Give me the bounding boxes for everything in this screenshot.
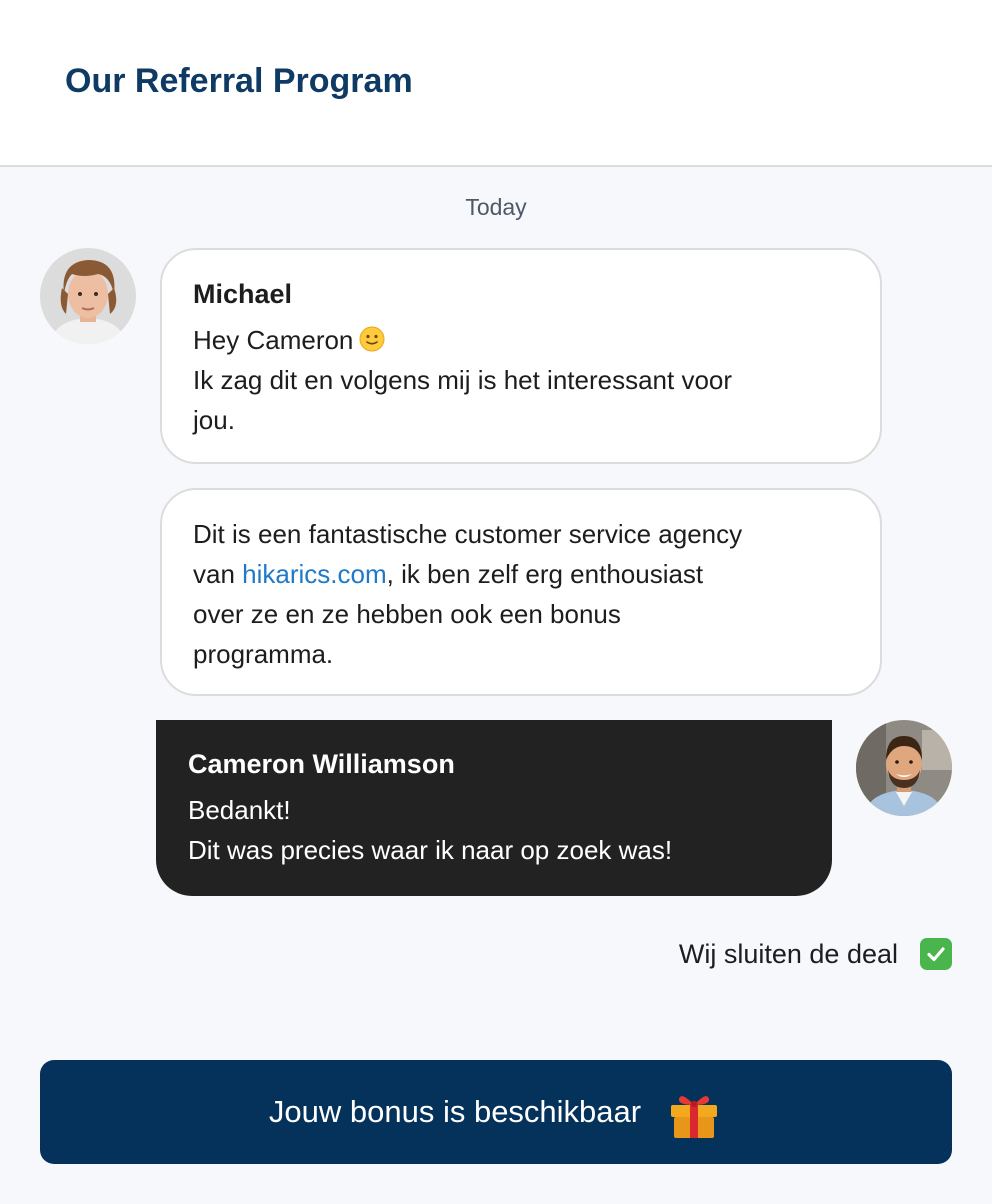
avatar-cameron — [856, 720, 952, 816]
bonus-available-button[interactable]: Jouw bonus is beschikbaar — [40, 1060, 952, 1164]
message-text: , ik ben zelf erg enthousiast — [386, 559, 704, 589]
message-line: over ze en ze hebben ook een bonus — [193, 599, 621, 629]
message-line: Dit was precies waar ik naar op zoek was… — [188, 835, 673, 865]
message-line: Bedankt! — [188, 795, 291, 825]
message-line: jou. — [193, 405, 235, 435]
message-line: programma. — [193, 639, 334, 669]
message-line: Hey Cameron — [193, 320, 850, 360]
message-text: Hey Cameron — [193, 325, 354, 355]
deal-status: Wij sluiten de deal — [679, 938, 952, 970]
message-sender: Michael — [193, 279, 293, 309]
smiley-icon — [359, 326, 385, 352]
page-header: Our Referral Program — [0, 0, 992, 167]
message-line: Ik zag dit en volgens mij is het interes… — [193, 365, 733, 395]
avatar-cameron-image — [856, 720, 952, 816]
page-title: Our Referral Program — [65, 62, 413, 100]
message-line: van hikarics.com, ik ben zelf erg enthou… — [193, 554, 850, 594]
bonus-button-label: Jouw bonus is beschikbaar — [268, 1094, 642, 1129]
avatar-michael — [40, 248, 136, 344]
check-mark-icon — [920, 938, 952, 970]
message-text: van — [193, 559, 243, 589]
deal-status-text: Wij sluiten de deal — [678, 938, 898, 969]
date-separator: Today — [465, 194, 527, 220]
gift-icon — [671, 1096, 718, 1138]
message-line: Dit is een fantastische customer service… — [193, 519, 743, 549]
message-bubble-michael: Michael Hey Cameron Ik zag dit en volgen… — [160, 248, 882, 464]
message-bubble-cameron: Cameron Williamson Bedankt! Dit was prec… — [156, 720, 832, 896]
message-bubble-michael-2: Dit is een fantastische customer service… — [160, 488, 882, 696]
message-sender: Cameron Williamson — [188, 749, 455, 779]
avatar-michael-image — [40, 248, 136, 344]
hikarics-link[interactable]: hikarics.com — [242, 559, 386, 589]
